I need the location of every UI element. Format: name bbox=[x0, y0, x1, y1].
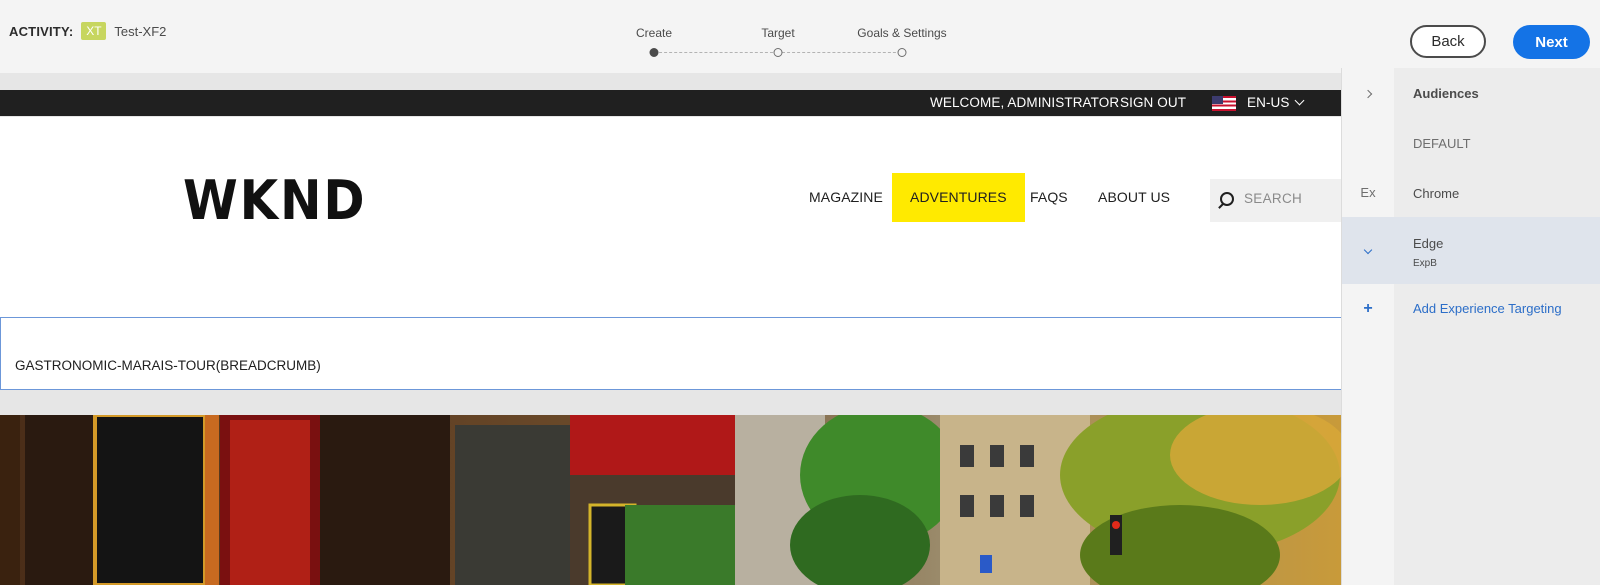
chevron-right-icon bbox=[1363, 89, 1373, 99]
collapse-experience-button[interactable] bbox=[1342, 217, 1394, 284]
next-button[interactable]: Next bbox=[1513, 25, 1590, 59]
utility-bar: WELCOME, ADMINISTRATOR SIGN OUT EN-US bbox=[0, 90, 1341, 116]
expand-rail-button[interactable] bbox=[1342, 68, 1394, 118]
activity-info: ACTIVITY: XT Test-XF2 bbox=[9, 22, 166, 40]
step-goals-label[interactable]: Goals & Settings bbox=[857, 26, 946, 40]
back-button[interactable]: Back bbox=[1410, 25, 1486, 58]
activity-label: ACTIVITY: bbox=[9, 23, 74, 39]
experience-panel: Audiences DEFAULT Ex Chrome Edge ExpB + … bbox=[1341, 68, 1600, 585]
plus-icon: + bbox=[1363, 300, 1373, 317]
audiences-row[interactable]: Audiences bbox=[1342, 68, 1600, 118]
step-connector bbox=[782, 52, 906, 53]
us-flag-icon bbox=[1212, 96, 1236, 111]
step-create-dot[interactable] bbox=[649, 48, 659, 57]
sign-out-link[interactable]: SIGN OUT bbox=[1120, 95, 1186, 110]
add-experience-targeting-link[interactable]: Add Experience Targeting bbox=[1413, 301, 1562, 316]
experience-label-default: DEFAULT bbox=[1413, 136, 1471, 151]
nav-item-faqs[interactable]: FAQS bbox=[1030, 173, 1068, 222]
activity-header: ACTIVITY: XT Test-XF2 Create Target Goal… bbox=[0, 0, 1600, 73]
activity-type-badge: XT bbox=[81, 22, 107, 40]
step-create-label[interactable]: Create bbox=[636, 26, 672, 40]
breadcrumb-component[interactable]: GASTRONOMIC-MARAIS-TOUR(BREADCRUMB) bbox=[0, 317, 1341, 390]
step-connector bbox=[654, 52, 778, 53]
site-logo[interactable]: WKND bbox=[183, 169, 366, 232]
experience-row-edge[interactable]: Edge ExpB bbox=[1342, 217, 1600, 284]
chevron-down-icon bbox=[1363, 245, 1373, 255]
experience-sub-label: ExpB bbox=[1413, 258, 1437, 269]
breadcrumb: GASTRONOMIC-MARAIS-TOUR(BREADCRUMB) bbox=[15, 358, 321, 373]
search-box[interactable] bbox=[1210, 179, 1341, 222]
language-selector[interactable]: EN-US bbox=[1247, 95, 1304, 110]
add-button[interactable]: + bbox=[1342, 284, 1394, 334]
experience-rail-cell bbox=[1342, 118, 1394, 168]
search-input[interactable] bbox=[1244, 191, 1339, 206]
activity-name[interactable]: Test-XF2 bbox=[114, 24, 166, 39]
step-target-label[interactable]: Target bbox=[761, 26, 794, 40]
experience-row-chrome[interactable]: Ex Chrome bbox=[1342, 168, 1600, 218]
language-label: EN-US bbox=[1247, 95, 1290, 110]
experience-label-chrome: Chrome bbox=[1413, 186, 1460, 201]
search-icon bbox=[1220, 192, 1234, 206]
step-target-dot[interactable] bbox=[773, 48, 783, 57]
step-goals-dot[interactable] bbox=[897, 48, 907, 57]
experience-row-default[interactable]: DEFAULT bbox=[1342, 118, 1600, 168]
audiences-label: Audiences bbox=[1413, 86, 1479, 101]
experience-rail-cell: Ex bbox=[1360, 185, 1376, 200]
chevron-down-icon bbox=[1294, 95, 1304, 106]
experience-label-edge: Edge bbox=[1413, 236, 1444, 251]
nav-item-about-us[interactable]: ABOUT US bbox=[1098, 173, 1170, 222]
add-experience-targeting-row[interactable]: + Add Experience Targeting bbox=[1342, 284, 1600, 334]
hero-photo bbox=[0, 415, 1341, 585]
welcome-text: WELCOME, ADMINISTRATOR bbox=[930, 95, 1120, 110]
hero-image bbox=[0, 415, 1341, 585]
site-header: WKND MAGAZINE ADVENTURES FAQS ABOUT US bbox=[0, 117, 1341, 317]
workflow-steps: Create Target Goals & Settings bbox=[634, 26, 974, 62]
page-preview: WELCOME, ADMINISTRATOR SIGN OUT EN-US WK… bbox=[0, 73, 1341, 585]
nav-item-adventures[interactable]: ADVENTURES bbox=[892, 173, 1025, 222]
nav-item-magazine[interactable]: MAGAZINE bbox=[809, 173, 883, 222]
